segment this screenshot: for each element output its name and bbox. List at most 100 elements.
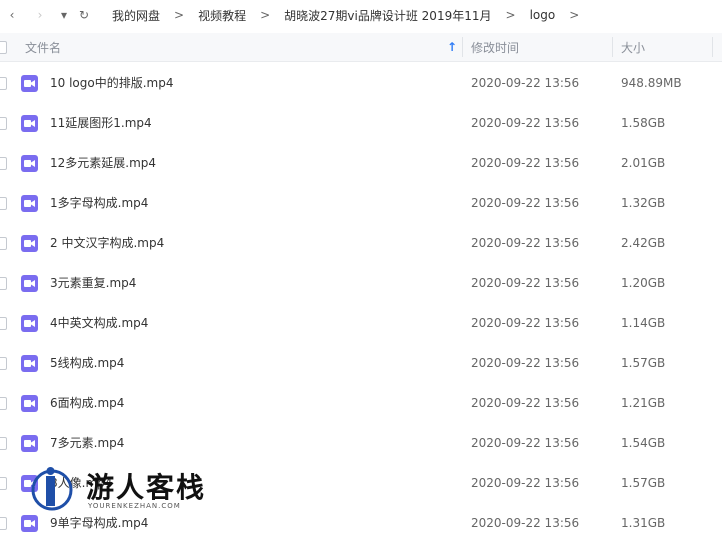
row-checkbox[interactable] bbox=[0, 277, 7, 290]
file-row[interactable]: 12多元素延展.mp4 2020-09-22 13:56 2.01GB bbox=[0, 143, 722, 183]
row-checkbox[interactable] bbox=[0, 77, 7, 90]
file-row[interactable]: 6面构成.mp4 2020-09-22 13:56 1.21GB bbox=[0, 383, 722, 423]
file-size: 1.32GB bbox=[621, 196, 666, 210]
file-modified-time: 2020-09-22 13:56 bbox=[471, 436, 580, 450]
file-row[interactable]: 2 中文汉字构成.mp4 2020-09-22 13:56 2.42GB bbox=[0, 223, 722, 263]
video-file-icon bbox=[21, 275, 38, 292]
file-modified-time: 2020-09-22 13:56 bbox=[471, 236, 580, 250]
file-size: 1.14GB bbox=[621, 316, 666, 330]
file-name[interactable]: 10 logo中的排版.mp4 bbox=[50, 63, 173, 103]
column-header-modified[interactable]: 修改时间 bbox=[471, 33, 519, 61]
file-modified-time: 2020-09-22 13:56 bbox=[471, 76, 580, 90]
refresh-icon: ↻ bbox=[78, 8, 90, 22]
breadcrumb-item-current[interactable]: logo bbox=[524, 8, 562, 22]
chevron-right-icon: › bbox=[37, 8, 43, 22]
breadcrumb-separator: > bbox=[174, 8, 185, 22]
video-file-icon bbox=[21, 195, 38, 212]
select-all-checkbox[interactable] bbox=[0, 41, 7, 54]
breadcrumb: 我的网盘 > 视频教程 > 胡晓波27期vi品牌设计班 2019年11月 > l… bbox=[106, 7, 587, 24]
file-size: 1.21GB bbox=[621, 396, 666, 410]
sort-arrow-glyph: ↑ bbox=[447, 40, 458, 54]
column-divider[interactable] bbox=[712, 37, 713, 57]
watermark: 游人客栈 YOURENKEZHAN.COM bbox=[30, 462, 220, 522]
file-row[interactable]: 3元素重复.mp4 2020-09-22 13:56 1.20GB bbox=[0, 263, 722, 303]
file-name[interactable]: 12多元素延展.mp4 bbox=[50, 143, 156, 183]
file-modified-time: 2020-09-22 13:56 bbox=[471, 396, 580, 410]
file-size: 1.54GB bbox=[621, 436, 666, 450]
file-name[interactable]: 4中英文构成.mp4 bbox=[50, 303, 148, 343]
file-row[interactable]: 7多元素.mp4 2020-09-22 13:56 1.54GB bbox=[0, 423, 722, 463]
breadcrumb-separator: > bbox=[260, 8, 271, 22]
file-modified-time: 2020-09-22 13:56 bbox=[471, 116, 580, 130]
watermark-subtitle: YOURENKEZHAN.COM bbox=[88, 502, 181, 510]
file-modified-time: 2020-09-22 13:56 bbox=[471, 196, 580, 210]
row-checkbox[interactable] bbox=[0, 357, 7, 370]
row-checkbox[interactable] bbox=[0, 117, 7, 130]
file-name[interactable]: 7多元素.mp4 bbox=[50, 423, 124, 463]
file-size: 1.57GB bbox=[621, 476, 666, 490]
forward-button[interactable]: › bbox=[30, 5, 50, 25]
row-checkbox[interactable] bbox=[0, 517, 7, 530]
breadcrumb-separator: > bbox=[569, 8, 580, 22]
file-row[interactable]: 10 logo中的排版.mp4 2020-09-22 13:56 948.89MB bbox=[0, 63, 722, 103]
video-file-icon bbox=[21, 115, 38, 132]
file-row[interactable]: 4中英文构成.mp4 2020-09-22 13:56 1.14GB bbox=[0, 303, 722, 343]
breadcrumb-separator: > bbox=[505, 8, 516, 22]
file-name[interactable]: 3元素重复.mp4 bbox=[50, 263, 136, 303]
file-name[interactable]: 1多字母构成.mp4 bbox=[50, 183, 148, 223]
file-name[interactable]: 11延展图形1.mp4 bbox=[50, 103, 152, 143]
video-file-icon bbox=[21, 395, 38, 412]
column-size-label: 大小 bbox=[621, 40, 646, 55]
file-size: 948.89MB bbox=[621, 76, 682, 90]
breadcrumb-item-video[interactable]: 视频教程 bbox=[192, 7, 252, 24]
video-file-icon bbox=[21, 235, 38, 252]
history-dropdown-button[interactable]: ▾ bbox=[54, 5, 74, 25]
row-checkbox[interactable] bbox=[0, 397, 7, 410]
video-file-icon bbox=[21, 435, 38, 452]
nav-controls: ‹ › ▾ ↻ bbox=[0, 0, 94, 30]
file-row[interactable]: 11延展图形1.mp4 2020-09-22 13:56 1.58GB bbox=[0, 103, 722, 143]
file-size: 1.31GB bbox=[621, 516, 666, 530]
caret-down-icon: ▾ bbox=[60, 8, 68, 22]
file-row[interactable]: 1多字母构成.mp4 2020-09-22 13:56 1.32GB bbox=[0, 183, 722, 223]
column-divider[interactable] bbox=[612, 37, 613, 57]
file-size: 1.57GB bbox=[621, 356, 666, 370]
sort-arrow-icon[interactable]: ↑ bbox=[447, 33, 457, 61]
video-file-icon bbox=[21, 75, 38, 92]
row-checkbox[interactable] bbox=[0, 157, 7, 170]
row-checkbox[interactable] bbox=[0, 317, 7, 330]
row-checkbox[interactable] bbox=[0, 477, 7, 490]
watermark-title: 游人客栈 bbox=[86, 471, 207, 504]
row-checkbox[interactable] bbox=[0, 237, 7, 250]
file-modified-time: 2020-09-22 13:56 bbox=[471, 476, 580, 490]
file-size: 2.42GB bbox=[621, 236, 666, 250]
toolbar: ‹ › ▾ ↻ 我的网盘 > 视频教程 > 胡晓波27期vi品牌设计班 2019… bbox=[0, 0, 722, 30]
file-size: 1.58GB bbox=[621, 116, 666, 130]
column-name-label: 文件名 bbox=[25, 40, 62, 55]
column-header-name[interactable]: 文件名 bbox=[25, 33, 61, 61]
watermark-logo-icon bbox=[31, 467, 73, 511]
video-file-icon bbox=[21, 355, 38, 372]
file-name[interactable]: 6面构成.mp4 bbox=[50, 383, 124, 423]
breadcrumb-item-root[interactable]: 我的网盘 bbox=[106, 7, 166, 24]
column-header-size[interactable]: 大小 bbox=[621, 33, 645, 61]
file-name[interactable]: 5线构成.mp4 bbox=[50, 343, 124, 383]
file-size: 2.01GB bbox=[621, 156, 666, 170]
back-button[interactable]: ‹ bbox=[2, 5, 22, 25]
refresh-button[interactable]: ↻ bbox=[74, 5, 94, 25]
row-checkbox[interactable] bbox=[0, 437, 7, 450]
video-file-icon bbox=[21, 155, 38, 172]
file-list-header: 文件名 ↑ 修改时间 大小 bbox=[0, 33, 722, 62]
breadcrumb-item-course[interactable]: 胡晓波27期vi品牌设计班 2019年11月 bbox=[278, 7, 497, 24]
column-modified-label: 修改时间 bbox=[471, 40, 520, 55]
row-checkbox[interactable] bbox=[0, 197, 7, 210]
file-modified-time: 2020-09-22 13:56 bbox=[471, 516, 580, 530]
file-modified-time: 2020-09-22 13:56 bbox=[471, 356, 580, 370]
file-modified-time: 2020-09-22 13:56 bbox=[471, 316, 580, 330]
chevron-left-icon: ‹ bbox=[9, 8, 15, 22]
column-divider[interactable] bbox=[462, 37, 463, 57]
video-file-icon bbox=[21, 315, 38, 332]
file-name[interactable]: 2 中文汉字构成.mp4 bbox=[50, 223, 164, 263]
file-size: 1.20GB bbox=[621, 276, 666, 290]
file-row[interactable]: 5线构成.mp4 2020-09-22 13:56 1.57GB bbox=[0, 343, 722, 383]
